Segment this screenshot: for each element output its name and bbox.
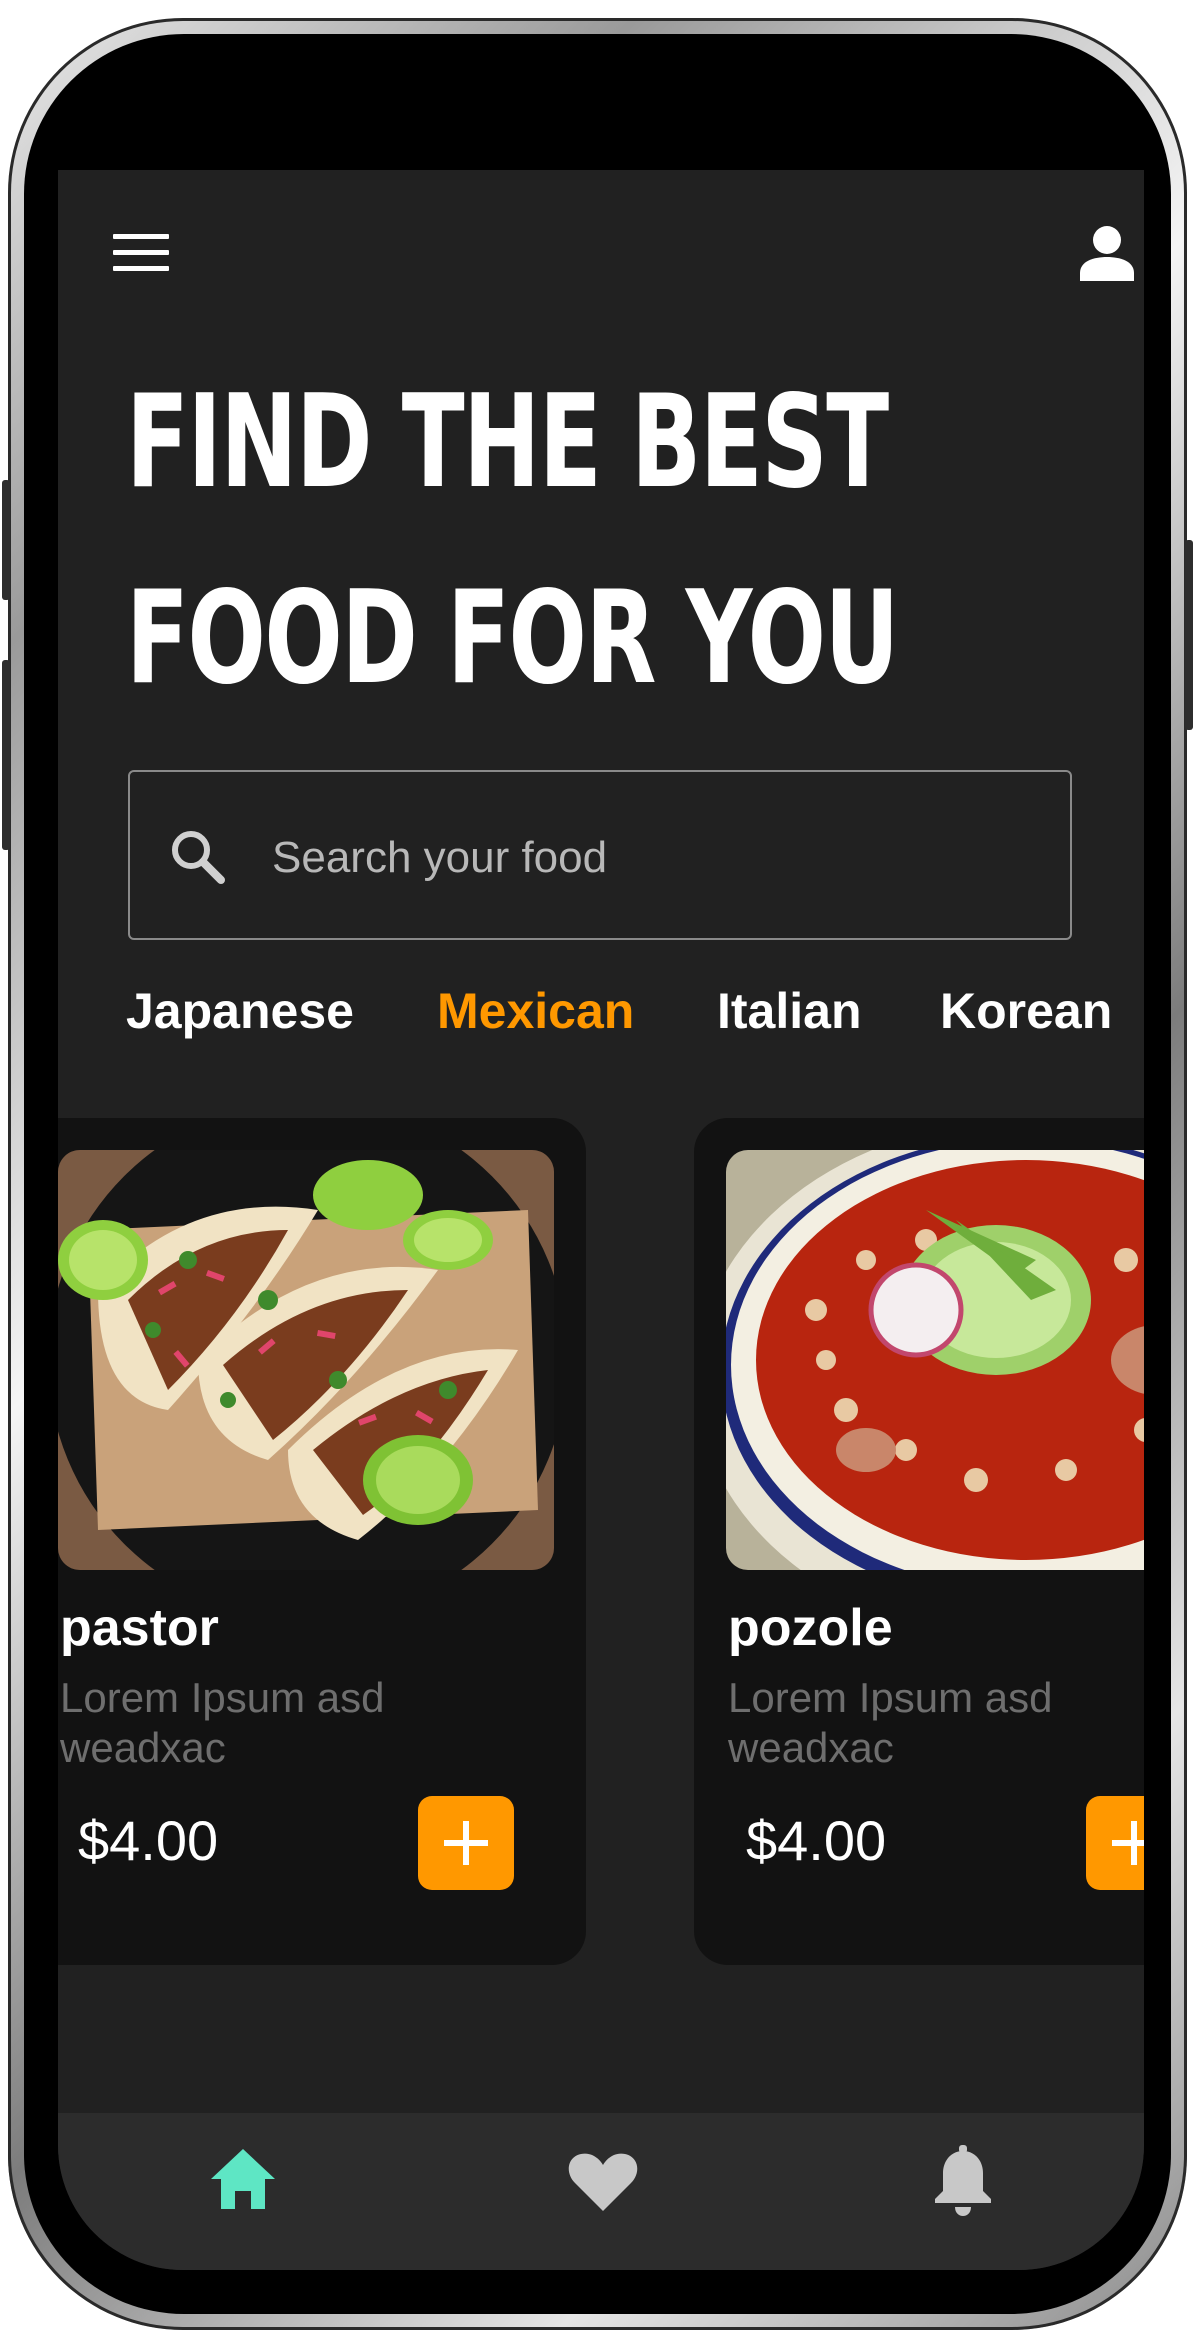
volume-button [2, 480, 10, 600]
tab-japanese[interactable]: Japanese [126, 982, 354, 1040]
page-title: FIND THE BEST FOOD FOR YOU [126, 345, 899, 737]
headline-line: FIND THE BEST [126, 368, 889, 517]
search-input[interactable] [270, 822, 1014, 894]
food-description: Lorem Ipsum asd weadxac [728, 1674, 1053, 1771]
food-name: pozole [728, 1599, 893, 1657]
volume-button [2, 660, 10, 850]
headline-line: FOOD FOR YOU [126, 564, 899, 713]
add-to-cart-button[interactable] [418, 1796, 514, 1890]
add-to-cart-button[interactable] [1086, 1796, 1144, 1890]
heart-icon[interactable] [563, 2141, 643, 2221]
power-button [1185, 540, 1193, 730]
status-bar [58, 62, 1144, 172]
pozole-bowl-photo [726, 1150, 1144, 1570]
tab-korean[interactable]: Korean [940, 982, 1112, 1040]
food-price: $4.00 [78, 1809, 219, 1872]
tab-italian[interactable]: Italian [717, 982, 861, 1040]
search-icon [168, 827, 228, 887]
user-profile-icon[interactable] [1080, 225, 1134, 281]
tacos-photo [58, 1150, 554, 1570]
bell-icon[interactable] [923, 2141, 1003, 2221]
bottom-nav [58, 2113, 1144, 2270]
hamburger-menu-icon[interactable] [113, 234, 169, 274]
food-description: Lorem Ipsum asd weadxac [60, 1674, 385, 1771]
food-card[interactable]: pastor Lorem Ipsum asd weadxac $4.00 [58, 1118, 586, 1965]
food-name: pastor [60, 1599, 219, 1657]
food-price: $4.00 [746, 1809, 887, 1872]
search-box[interactable] [128, 770, 1072, 940]
home-icon[interactable] [203, 2141, 283, 2221]
tab-mexican[interactable]: Mexican [437, 982, 634, 1040]
food-card[interactable]: pozole Lorem Ipsum asd weadxac $4.00 [694, 1118, 1144, 1965]
app-screen: FIND THE BEST FOOD FOR YOU Japanese Mexi… [58, 170, 1144, 2270]
